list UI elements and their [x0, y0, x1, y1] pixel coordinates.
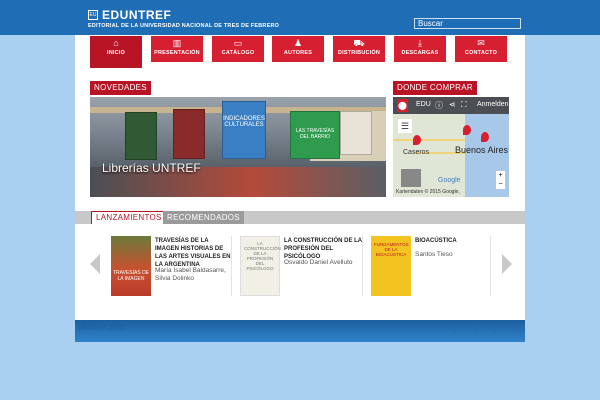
release-item[interactable]: FUNDAMENTOS DE LA BIOACÚSTICA BIOACÚSTIC…	[371, 236, 489, 296]
institution-icon: ▥	[172, 38, 182, 48]
item-title[interactable]: BIOACÚSTICA	[415, 237, 493, 245]
facebook-icon[interactable]: f	[470, 325, 481, 336]
item-author: Osvaldo Daniel Avelluto	[284, 259, 353, 266]
user-icon: ♟	[293, 38, 303, 48]
nav-label: DISTRIBUCIÓN	[337, 50, 381, 56]
book-icon: ▭	[233, 38, 243, 48]
tab-recomendados[interactable]: RECOMENDADOS	[163, 211, 244, 224]
nav-autores[interactable]: ♟ AUTORES	[272, 36, 324, 62]
search-input[interactable]: Buscar	[414, 18, 521, 29]
release-item[interactable]: TRAVESÍAS DE LA IMAGEN TRAVESÍAS DE LA I…	[111, 236, 230, 296]
nav-label: AUTORES	[283, 50, 313, 56]
share-icon[interactable]: ⋖	[449, 100, 456, 109]
divider	[490, 236, 491, 296]
book-cover	[340, 111, 372, 155]
release-item[interactable]: LA CONSTRUCCIÓN DE LA PROFESIÓN DEL PSIC…	[240, 236, 362, 296]
item-author: María Isabel Baldasarre, Silvia Dolinko	[155, 267, 226, 282]
item-author: Santos Tieso	[415, 251, 453, 258]
map-marker[interactable]	[481, 132, 489, 142]
fullscreen-icon[interactable]: ⛶	[461, 100, 467, 110]
map-city-label: Buenos Aires	[455, 145, 509, 155]
logo-icon: EU	[88, 10, 98, 20]
map-title: EDU	[416, 101, 431, 108]
twitter-icon[interactable]: t	[449, 325, 460, 336]
nav-inicio[interactable]: ⌂ INICIO	[90, 36, 142, 68]
carousel-next-button[interactable]	[502, 254, 512, 274]
nav-descargas[interactable]: ⤓ DESCARGAS	[394, 36, 446, 62]
carousel-prev-button[interactable]	[90, 254, 100, 274]
nav-label: INICIO	[106, 50, 125, 56]
book-cover: LA CONSTRUCCIÓN DE LA PROFESIÓN DEL PSIC…	[240, 236, 281, 296]
logo-title: EDUNTREF	[102, 8, 172, 22]
book-cover: TRAVESÍAS DE LA IMAGEN	[111, 236, 151, 296]
book-cover: INDICADORES CULTURALES	[222, 101, 266, 159]
item-title[interactable]: TRAVESÍAS DE LA IMAGEN HISTORIAS DE LAS …	[155, 237, 233, 269]
map-signin-link[interactable]: Anmelden	[477, 101, 509, 108]
slide-caption: Librerías UNTREF	[102, 161, 201, 175]
list-icon[interactable]: ☰	[398, 119, 412, 133]
nav-label: CATÁLOGO	[221, 50, 255, 56]
map-embed[interactable]: ⬤ EDU ⓘ ⋖ ⛶ Anmelden ☰ Caseros Buenos Ai…	[393, 97, 509, 197]
nav-distribucion[interactable]: ⛟ DISTRIBUCIÓN	[333, 36, 385, 62]
satellite-thumbnail[interactable]	[401, 169, 421, 187]
nav-contacto[interactable]: ✉ CONTACTO	[455, 36, 507, 62]
mail-icon: ✉	[477, 38, 485, 48]
nav-presentacion[interactable]: ▥ PRESENTACIÓN	[151, 36, 203, 62]
tab-lanzamientos[interactable]: LANZAMIENTOS	[91, 211, 167, 224]
item-title[interactable]: LA CONSTRUCCIÓN DE LA PROFESIÓN DEL PSIC…	[284, 237, 362, 261]
map-marker[interactable]	[413, 135, 421, 145]
map-marker[interactable]	[463, 125, 471, 135]
book-cover: FUNDAMENTOS DE LA BIOACÚSTICA	[371, 236, 411, 296]
info-icon[interactable]: ⓘ	[435, 100, 443, 111]
nav-catalogo[interactable]: ▭ CATÁLOGO	[212, 36, 264, 62]
map-city-label: Caseros	[403, 149, 430, 156]
home-icon[interactable]: ⌂	[510, 325, 521, 336]
divider	[231, 236, 232, 296]
download-icon: ⤓	[418, 38, 422, 48]
footer-copyright: UNTREF 2015	[78, 325, 124, 332]
nav-label: DESCARGAS	[401, 50, 439, 56]
pin-icon: ⬤	[397, 99, 408, 112]
book-cover	[125, 112, 157, 160]
map-toolbar: ⬤ EDU ⓘ ⋖ ⛶ Anmelden	[393, 97, 509, 114]
truck-icon: ⛟	[353, 38, 365, 48]
divider	[362, 236, 363, 296]
book-cover	[173, 109, 205, 159]
novedades-heading: NOVEDADES	[90, 81, 151, 95]
novedades-slide[interactable]: INDICADORES CULTURALES LAS TRAVESÍAS DEL…	[90, 97, 386, 197]
zoom-control[interactable]: + −	[496, 171, 505, 189]
nav-label: CONTACTO	[464, 50, 498, 56]
youtube-icon[interactable]: ▶	[490, 325, 501, 336]
nav-label: PRESENTACIÓN	[154, 50, 200, 56]
book-cover: LAS TRAVESÍAS DEL BARRIO	[290, 111, 340, 159]
road	[393, 139, 465, 141]
donde-comprar-heading: DONDE COMPRAR	[393, 81, 477, 95]
logo-subtitle: EDITORIAL DE LA UNIVERSIDAD NACIONAL DE …	[88, 23, 280, 29]
map-attribution: Kartendaten © 2015 Google,	[396, 189, 460, 195]
google-logo: Google	[438, 177, 461, 184]
home-icon: ⌂	[113, 38, 119, 48]
